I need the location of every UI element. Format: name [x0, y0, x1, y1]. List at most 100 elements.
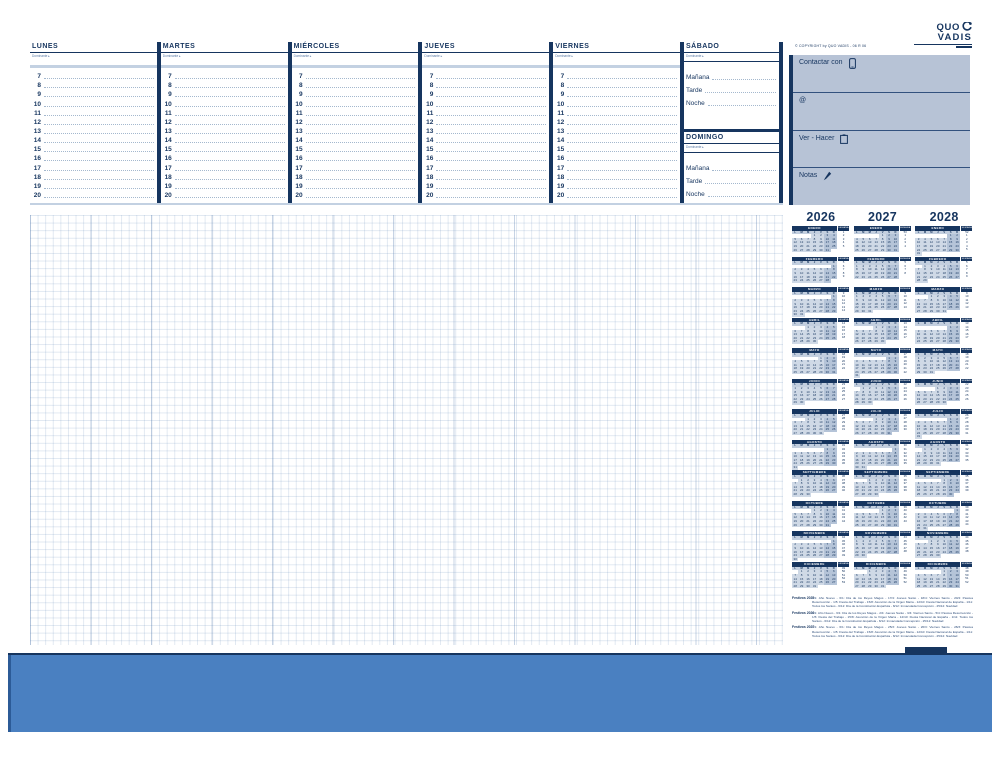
calendar-year-2028: 2028ENEROLMMJVSD123456789101112131415161… — [915, 210, 973, 593]
hour-row: 19 — [30, 181, 157, 190]
week-number-strip: SEMANA531234 — [900, 226, 911, 257]
week-number: 49 — [838, 554, 849, 558]
month-days: 1234567891011121314151617181920212223242… — [915, 509, 960, 530]
day-column-jueves: JUEVESDominante ▸78910111213141516171819… — [422, 42, 549, 203]
day-cell: 26 — [954, 551, 960, 555]
month-grid: FEBREROLMMJVSD12345678910111213141516171… — [854, 257, 899, 288]
week-number: 13 — [900, 306, 911, 310]
hour-lines: 7891011121314151617181920 — [422, 71, 549, 199]
month-julio-2026: JULIOLMMJVSD1234567891011121314151617181… — [792, 409, 850, 440]
hour-number: 13 — [30, 128, 41, 135]
day-name-label: SÁBADO — [684, 42, 779, 53]
day-cell: 25 — [892, 337, 898, 341]
day-cell: 30 — [892, 371, 898, 375]
hour-row: 14 — [30, 135, 157, 144]
hour-row: 12 — [553, 117, 680, 126]
info-panel: Contactar con @ Ver - Hacer Notas — [789, 55, 970, 205]
week-number: 39 — [961, 489, 972, 493]
month-days: 1234567891011121314151617181920212223242… — [792, 540, 837, 561]
week-number: 13 — [961, 306, 972, 310]
month-grid: JUNIOLMMJVSD1234567891011121314151617181… — [854, 379, 899, 410]
hour-row: 20 — [30, 190, 157, 199]
panel-label: Ver - Hacer — [799, 135, 834, 143]
hour-writing-line — [306, 96, 416, 97]
week-number: 52 — [961, 581, 972, 585]
week-number-strip: SEMANA910111213 — [900, 287, 911, 318]
week-number-strip: SEMANA262728293031 — [961, 409, 972, 440]
week-number-strip: SEMANA2324252627 — [838, 379, 849, 410]
hour-writing-line — [436, 87, 546, 88]
week-number-strip: SEMANA171819202122 — [900, 348, 911, 379]
hour-writing-line — [175, 133, 285, 134]
week-number: 35 — [900, 462, 911, 466]
day-cell: 30 — [873, 493, 879, 497]
day-cell: 31 — [879, 585, 885, 589]
hour-row: 8 — [30, 80, 157, 89]
hour-number: 19 — [161, 183, 172, 190]
week-number: 48 — [900, 550, 911, 554]
hour-lines: 7891011121314151617181920 — [30, 71, 157, 199]
hour-writing-line — [175, 115, 285, 116]
month-grid: JUNIOLMMJVSD1234567891011121314151617181… — [915, 379, 960, 410]
hour-number: 8 — [161, 82, 172, 89]
month-abril-2026: ABRILLMMJVSD1234567891011121314151617181… — [792, 318, 850, 349]
day-cell: 26 — [831, 428, 837, 432]
period-label: Mañana — [686, 74, 710, 81]
month-enero-2027: ENEROLMMJVSD1234567891011121314151617181… — [854, 226, 912, 257]
holidays-text: 1/1: Año Nuevo - 6/1: Día de los Reyes M… — [812, 611, 973, 624]
month-grid: DICIEMBRELMMJVSD123456789101112131415161… — [792, 562, 837, 593]
month-grid: MAYOLMMJVSD12345678910111213141516171819… — [854, 348, 899, 379]
hour-writing-line — [44, 151, 154, 152]
month-enero-2026: ENEROLMMJVSD1234567891011121314151617181… — [792, 226, 850, 257]
month-days: 1234567891011121314151617181920212223242… — [854, 265, 899, 279]
panel-label: Contactar con — [799, 59, 843, 67]
hour-writing-line — [567, 188, 677, 189]
month-grid: SEPTIEMBRELMMJVSD12345678910111213141516… — [854, 470, 899, 501]
month-octubre-2026: OCTUBRELMMJVSD12345678910111213141516171… — [792, 501, 850, 532]
hour-row: 17 — [161, 162, 288, 171]
hour-row: 17 — [422, 162, 549, 171]
week-columns: LUNESDominante ▸789101112131415161718192… — [30, 42, 783, 203]
hour-row: 7 — [422, 71, 549, 80]
mini-calendars: 2026ENEROLMMJVSD123456789101112131415161… — [792, 210, 973, 593]
hour-row: 8 — [161, 80, 288, 89]
hour-row: 9 — [30, 89, 157, 98]
day-cell: 28 — [831, 398, 837, 402]
month-diciembre-2028: DICIEMBRELMMJVSD123456789101112131415161… — [915, 562, 973, 593]
hour-writing-line — [567, 160, 677, 161]
hour-writing-line — [175, 78, 285, 79]
month-grid: FEBREROLMMJVSD12345678910111213141516171… — [792, 257, 837, 288]
week-number: 53 — [838, 581, 849, 585]
month-febrero-2027: FEBREROLMMJVSD12345678910111213141516171… — [854, 257, 912, 288]
month-days: 1234567891011121314151617181920212223242… — [792, 418, 837, 436]
brand-tagline-bar — [956, 46, 972, 48]
period-row: Tarde — [684, 172, 779, 185]
hour-row: 17 — [30, 162, 157, 171]
date-band — [161, 65, 288, 68]
month-days: 1234567891011121314151617181920212223242… — [854, 479, 899, 497]
week-number: 5 — [838, 245, 849, 249]
month-days: 1234567891011121314151617181920212223242… — [854, 509, 899, 527]
day-cell: 25 — [892, 428, 898, 432]
hour-row: 13 — [30, 126, 157, 135]
month-days: 1234567891011121314151617181920212223242… — [854, 570, 899, 588]
header-rule — [684, 152, 779, 153]
week-number-strip: SEMANA2223242526 — [900, 379, 911, 410]
hour-number: 10 — [161, 101, 172, 108]
hour-writing-line — [44, 160, 154, 161]
hour-writing-line — [175, 106, 285, 107]
hour-number: 12 — [422, 119, 433, 126]
month-grid: ENEROLMMJVSD1234567891011121314151617181… — [854, 226, 899, 257]
hour-row: 16 — [161, 153, 288, 162]
day-cell: 31 — [792, 466, 798, 470]
month-enero-2028: ENEROLMMJVSD1234567891011121314151617181… — [915, 226, 973, 257]
hour-row: 15 — [553, 144, 680, 153]
month-octubre-2028: OCTUBRELMMJVSD12345678910111213141516171… — [915, 501, 973, 532]
day-cell: 28 — [892, 551, 898, 555]
month-days: 1234567891011121314151617181920212223242… — [915, 479, 960, 497]
day-cell: 31 — [860, 466, 866, 470]
hour-writing-line — [44, 170, 154, 171]
month-grid: NOVIEMBRELMMJVSD123456789101112131415161… — [915, 531, 960, 562]
hour-number: 19 — [553, 183, 564, 190]
month-noviembre-2028: NOVIEMBRELMMJVSD123456789101112131415161… — [915, 531, 973, 562]
